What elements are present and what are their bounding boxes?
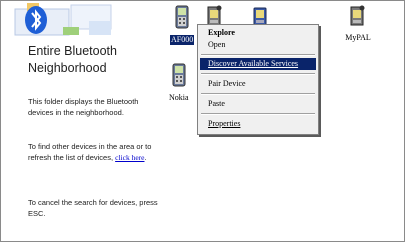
bluetooth-banner-icon — [1, 1, 121, 39]
cancel-instructions: To cancel the search for devices, press … — [28, 198, 158, 218]
page-title: Entire Bluetooth Neighborhood — [28, 44, 117, 75]
refresh-instructions-suffix: . — [144, 153, 147, 162]
pda-icon — [350, 5, 365, 26]
description-text: This folder displays the Bluetooth devic… — [28, 97, 139, 117]
device-label: Nokia — [169, 93, 189, 102]
menu-separator — [201, 54, 315, 56]
refresh-instructions: To find other devices in the area or to … — [28, 141, 158, 163]
device-label: AF000 — [170, 35, 195, 45]
menu-item-label: Discover Available Services — [208, 59, 299, 68]
device-item-mypal[interactable]: MyPAL — [328, 5, 388, 45]
device-item-nokia[interactable]: Nokia — [168, 63, 190, 105]
menu-item-paste[interactable]: Paste — [200, 98, 316, 110]
device-item-af000[interactable]: AF000 — [170, 5, 195, 47]
menu-item-properties[interactable]: Properties — [200, 118, 316, 130]
info-pane: Entire Bluetooth Neighborhood This folde… — [1, 1, 164, 240]
menu-separator — [201, 93, 315, 95]
menu-item-pair-device[interactable]: Pair Device — [200, 78, 316, 90]
menu-item-discover-services[interactable]: Discover Available Services — [200, 58, 316, 70]
phone-icon — [175, 5, 189, 29]
refresh-link[interactable]: click here — [115, 153, 144, 162]
menu-separator — [201, 73, 315, 75]
menu-item-explore[interactable]: Explore — [200, 27, 316, 39]
menu-item-open[interactable]: Open — [200, 39, 316, 51]
context-menu: Explore Open Discover Available Services… — [197, 24, 319, 135]
menu-separator — [201, 113, 315, 115]
device-label: MyPAL — [345, 33, 371, 42]
menu-item-label: Properties — [208, 119, 241, 128]
phone-icon — [172, 63, 186, 87]
